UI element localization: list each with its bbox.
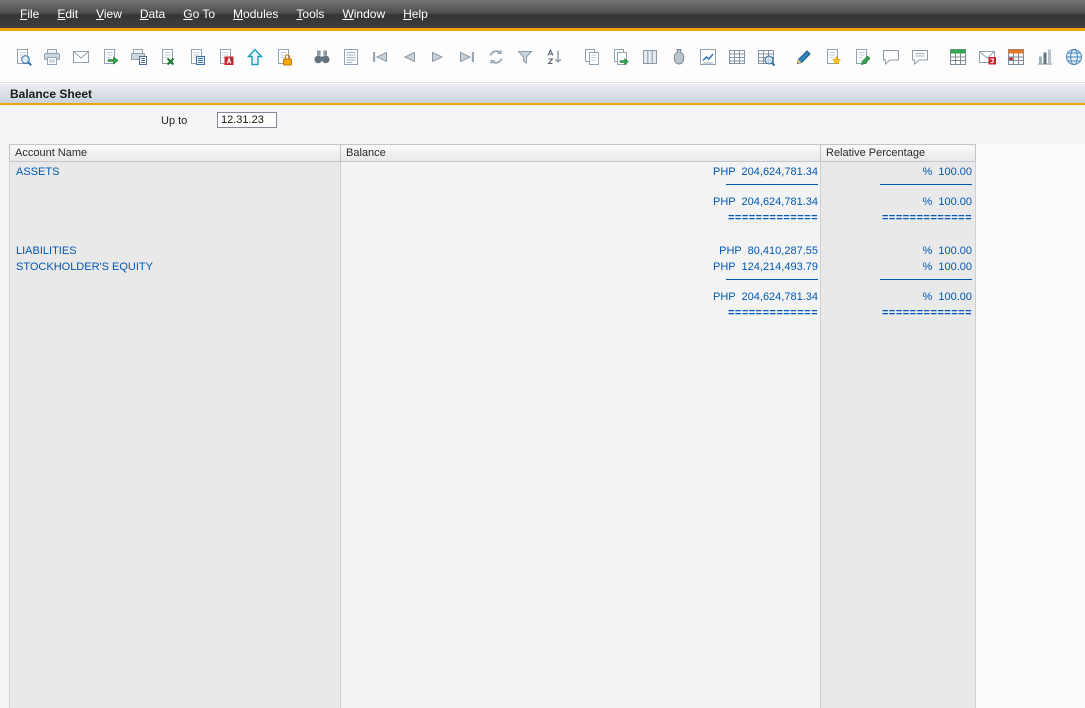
toolbar-group xyxy=(794,47,930,67)
toolbar xyxy=(0,31,1085,83)
balance-value: PHP 204,624,781.34 xyxy=(713,291,818,303)
edit-icon[interactable] xyxy=(794,47,814,67)
toolbar-group xyxy=(582,47,776,67)
column-header-account-name[interactable]: Account Name xyxy=(10,145,341,161)
edit-note-icon[interactable] xyxy=(852,47,872,67)
report-row-detail: LIABILITIES PHP 80,410,287.55 % 100.00 xyxy=(9,243,976,259)
report-row-rule xyxy=(9,275,976,289)
web-icon[interactable] xyxy=(1064,47,1084,67)
comments-icon[interactable] xyxy=(910,47,930,67)
table-search-icon[interactable] xyxy=(756,47,776,67)
copy-icon[interactable] xyxy=(582,47,602,67)
chart-icon[interactable] xyxy=(698,47,718,67)
balance-value: PHP 204,624,781.34 xyxy=(713,196,818,208)
new-note-icon[interactable] xyxy=(823,47,843,67)
find-icon[interactable] xyxy=(312,47,332,67)
document-header: Balance Sheet xyxy=(0,83,1085,103)
account-name xyxy=(9,289,341,305)
toolbar-group xyxy=(948,47,1084,67)
menu-modules[interactable]: Modules xyxy=(224,2,287,26)
copy-to-icon[interactable] xyxy=(611,47,631,67)
filter-icon[interactable] xyxy=(515,47,535,67)
comment-icon[interactable] xyxy=(881,47,901,67)
right-pane xyxy=(976,144,1085,708)
menu-window[interactable]: Window xyxy=(333,2,394,26)
account-name: ASSETS xyxy=(16,166,60,178)
menu-view[interactable]: View xyxy=(87,2,131,26)
report-area: Up to Account Name Balance Relative Perc… xyxy=(0,105,1085,708)
report-row-double-rule: ============= ============= xyxy=(9,210,976,226)
up-to-date-input[interactable] xyxy=(217,112,277,128)
email-icon[interactable] xyxy=(71,47,91,67)
previous-record-icon[interactable] xyxy=(399,47,419,67)
page-title: Balance Sheet xyxy=(10,86,93,101)
columns-icon[interactable] xyxy=(640,47,660,67)
report-list-icon[interactable] xyxy=(341,47,361,67)
rule-percent xyxy=(821,178,976,194)
archive-icon[interactable] xyxy=(669,47,689,67)
report-header-row: Account Name Balance Relative Percentage xyxy=(9,144,976,162)
percent-value: ============= xyxy=(881,307,972,319)
menu-file[interactable]: File xyxy=(11,2,48,26)
upload-icon[interactable] xyxy=(245,47,265,67)
summary-table-icon[interactable] xyxy=(1006,47,1026,67)
menu-tools[interactable]: Tools xyxy=(287,2,333,26)
rule-percent xyxy=(821,273,976,289)
balance-value: ============= xyxy=(727,212,818,224)
account-name xyxy=(9,305,341,321)
export-excel-icon[interactable] xyxy=(158,47,178,67)
percent-value: ============= xyxy=(881,212,972,224)
report-row-total: PHP 204,624,781.34 % 100.00 xyxy=(9,289,976,305)
report-body: ASSETS PHP 204,624,781.34% 100.00 PHP 204,… xyxy=(9,162,976,708)
percent-value: % 100.00 xyxy=(922,196,972,208)
export-document-icon[interactable] xyxy=(187,47,207,67)
report-row-rule xyxy=(9,180,976,194)
menu-bar: File Edit View Data Go To Modules Tools Window H… xyxy=(0,0,1085,28)
account-name xyxy=(9,210,341,226)
bar-chart-icon[interactable] xyxy=(1035,47,1055,67)
balance-value: PHP 80,410,287.55 xyxy=(719,245,818,257)
print-preview-icon[interactable] xyxy=(13,47,33,67)
menu-go-to[interactable]: Go To xyxy=(174,2,224,26)
print-setup-icon[interactable] xyxy=(129,47,149,67)
rule-balance xyxy=(341,273,821,289)
menu-data[interactable]: Data xyxy=(131,2,174,26)
first-record-icon[interactable] xyxy=(370,47,390,67)
toolbar-group xyxy=(13,47,294,67)
report-row-total: PHP 204,624,781.34 % 100.00 xyxy=(9,194,976,210)
last-record-icon[interactable] xyxy=(457,47,477,67)
report-row-spacer xyxy=(9,226,976,243)
menu-edit[interactable]: Edit xyxy=(48,2,87,26)
toolbar-group xyxy=(312,47,564,67)
refresh-icon[interactable] xyxy=(486,47,506,67)
rule-balance xyxy=(341,178,821,194)
export-pdf-icon[interactable] xyxy=(216,47,236,67)
sort-icon[interactable] xyxy=(544,47,564,67)
balance-value: ============= xyxy=(727,307,818,319)
percent-value: % 100.00 xyxy=(922,291,972,303)
next-record-icon[interactable] xyxy=(428,47,448,67)
column-header-balance[interactable]: Balance xyxy=(341,145,821,161)
report-row-double-rule: ============= ============= xyxy=(9,305,976,321)
table-icon[interactable] xyxy=(727,47,747,67)
account-name: STOCKHOLDER'S EQUITY xyxy=(16,261,153,273)
column-header-relative-percentage[interactable]: Relative Percentage xyxy=(821,145,975,161)
export-icon[interactable] xyxy=(100,47,120,67)
up-to-label: Up to xyxy=(161,115,188,127)
mail-alert-icon[interactable] xyxy=(977,47,997,67)
print-icon[interactable] xyxy=(42,47,62,67)
protected-report-icon[interactable] xyxy=(274,47,294,67)
account-name xyxy=(9,194,341,210)
percent-value: % 100.00 xyxy=(922,245,972,257)
report-table: Account Name Balance Relative Percentage… xyxy=(9,144,976,708)
menu-help[interactable]: Help xyxy=(394,2,437,26)
schedule-icon[interactable] xyxy=(948,47,968,67)
account-name: LIABILITIES xyxy=(16,245,77,257)
